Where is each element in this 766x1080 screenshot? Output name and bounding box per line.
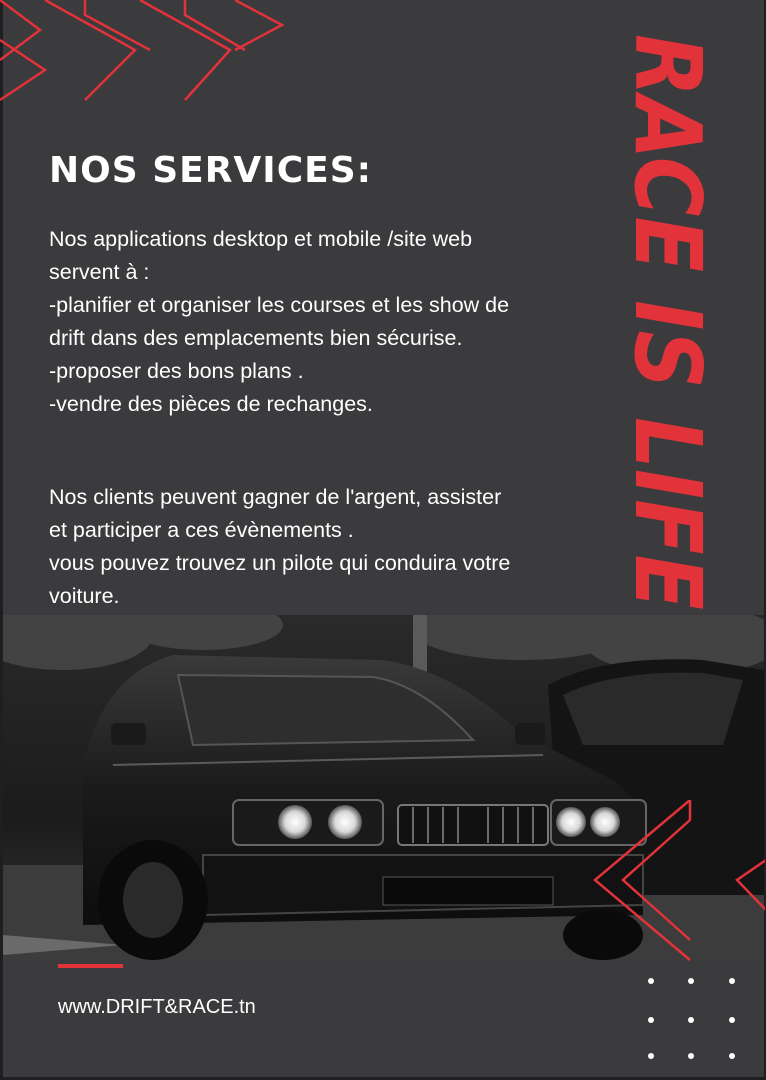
- text-line: drift dans des emplacements bien sécuris…: [49, 326, 463, 350]
- dot: [729, 978, 735, 984]
- dot: [648, 978, 654, 984]
- chevron-shape: [83, 0, 151, 52]
- chevron-decoration-icon: [593, 800, 765, 961]
- chevron-shape: [0, 38, 48, 102]
- chevron-decoration-icon: [0, 0, 285, 102]
- accent-divider: [58, 964, 123, 968]
- text-line: et participer a ces évènements .: [49, 518, 354, 542]
- chevron-shape: [593, 800, 691, 961]
- text-line: -planifier et organiser les courses et l…: [49, 293, 510, 317]
- slogan-text: RACE IS LIFE: [614, 34, 721, 610]
- dot: [648, 1017, 654, 1023]
- chevron-shape: [44, 0, 138, 101]
- dot: [729, 1053, 735, 1059]
- text-line: -proposer des bons plans .: [49, 359, 304, 383]
- dot: [648, 1053, 654, 1059]
- dot: [688, 978, 694, 984]
- text-line: Nos applications desktop et mobile /site…: [49, 227, 473, 251]
- slogan-vertical: RACE IS LIFE: [608, 32, 728, 612]
- chevron-shape: [735, 859, 765, 911]
- text-line: vous pouvez trouvez un pilote qui condui…: [49, 551, 511, 575]
- dot: [688, 1017, 694, 1023]
- dot: [688, 1053, 694, 1059]
- dot: [729, 1017, 735, 1023]
- services-description: Nos applications desktop et mobile /site…: [49, 223, 609, 421]
- chevron-shape: [234, 0, 285, 52]
- flyer-page: NOS SERVICES: Nos applications desktop e…: [0, 0, 766, 1080]
- chevron-shape: [0, 0, 43, 61]
- dot-grid-icon: [640, 970, 750, 1070]
- text-line: voiture.: [49, 584, 120, 608]
- text-line: Nos clients peuvent gagner de l'argent, …: [49, 485, 502, 509]
- text-line: -vendre des pièces de rechanges.: [49, 392, 373, 416]
- clients-description: Nos clients peuvent gagner de l'argent, …: [49, 481, 609, 613]
- chevron-shape: [621, 800, 692, 941]
- website-url: www.DRIFT&RACE.tn: [58, 996, 256, 1018]
- services-heading: NOS SERVICES:: [49, 150, 373, 191]
- text-line: servent à :: [49, 260, 150, 284]
